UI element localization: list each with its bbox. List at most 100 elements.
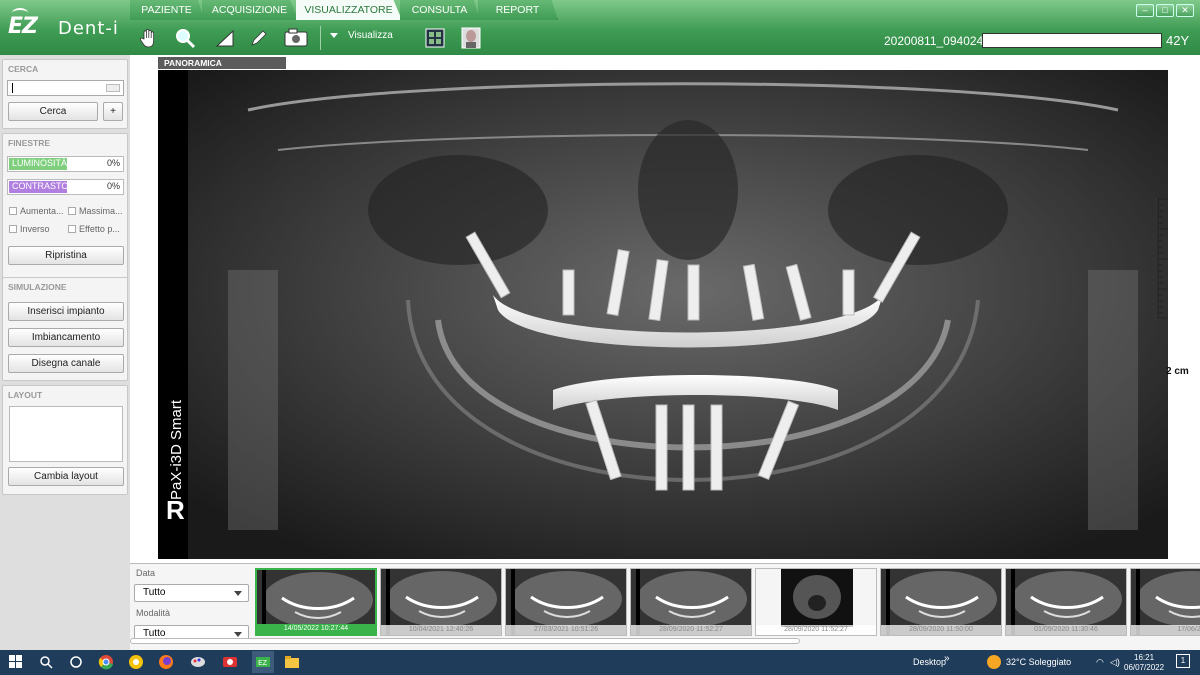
patient-photo-icon[interactable] — [458, 25, 484, 51]
scale-ruler — [1156, 197, 1168, 319]
volume-icon[interactable]: ◁) — [1110, 657, 1120, 668]
sun-weather-icon — [987, 655, 1001, 669]
clock-time: 16:21 — [1134, 653, 1155, 662]
weather-text[interactable]: 32°C Soleggiato — [1006, 657, 1071, 667]
layout-preview[interactable] — [9, 406, 123, 462]
device-label: PaX-i3D Smart — [168, 399, 185, 500]
contrast-label: CONTRASTO — [12, 181, 69, 191]
change-layout-button[interactable]: Cambia layout — [8, 467, 124, 486]
thumbnail-item[interactable]: 10/04/2021 12:40:26 — [380, 568, 502, 636]
filmstrip-scrollbar[interactable] — [130, 638, 800, 644]
contrast-slider[interactable]: CONTRASTO 0% — [7, 179, 124, 195]
tab-visualizzatore[interactable]: VISUALIZZATORE — [296, 0, 402, 20]
checkbox-maximize-label: Massima... — [79, 206, 123, 216]
side-marker: R — [166, 495, 185, 525]
windows-start-icon[interactable] — [8, 654, 24, 670]
clock[interactable]: 16:21 06/07/2022 — [1124, 653, 1164, 673]
image-viewer: PANORAMICA PaX-i3D Smart R — [130, 55, 1200, 563]
whitening-button[interactable]: Imbiancamento — [8, 328, 124, 347]
windows-panel-title: FINESTRE — [8, 138, 51, 148]
logo-sub: Dent-i — [58, 18, 119, 39]
mosaic-view-icon[interactable] — [422, 25, 448, 51]
close-button[interactable]: ✕ — [1176, 4, 1194, 17]
file-explorer-icon[interactable] — [284, 654, 300, 670]
tab-consulta[interactable]: CONSULTA — [400, 0, 480, 20]
brightness-value: 0% — [106, 158, 120, 168]
search-button[interactable]: Cerca — [8, 102, 98, 121]
search-icon[interactable] — [38, 654, 54, 670]
text-cursor — [12, 83, 13, 93]
thumbnail-item[interactable]: 27/03/2021 10:51:26 — [505, 568, 627, 636]
reset-button[interactable]: Ripristina — [8, 246, 124, 265]
yellow-app-icon[interactable] — [128, 654, 144, 670]
thumbnail-item[interactable]: 28/09/2020 11:50:00 — [880, 568, 1002, 636]
panoramic-xray-image[interactable] — [158, 70, 1200, 559]
simulation-panel-title: SIMULAZIONE — [8, 282, 67, 292]
checkbox-enhance[interactable]: Aumenta... — [9, 206, 64, 216]
checkbox-effect-label: Effetto p... — [79, 224, 120, 234]
keyboard-icon[interactable] — [106, 84, 120, 92]
firefox-icon[interactable] — [158, 654, 174, 670]
tab-paziente[interactable]: PAZIENTE — [130, 0, 204, 20]
tab-report[interactable]: REPORT — [478, 0, 558, 20]
magnifier-icon[interactable] — [172, 25, 198, 51]
notification-count: 1 — [1180, 656, 1186, 665]
network-icon[interactable]: ◠ — [1096, 657, 1104, 668]
thumbnail-caption: 28/09/2020 11:52:27 — [631, 625, 751, 635]
tab-acquisizione[interactable]: ACQUISIZIONE — [202, 0, 298, 20]
paint-app-icon[interactable] — [190, 654, 206, 670]
brightness-slider[interactable]: LUMINOSITÀ 0% — [7, 156, 124, 172]
windows-taskbar: EZ Desktop » 32°C Soleggiato ◠ ◁) 16:21 … — [0, 650, 1200, 675]
layout-panel-title: LAYOUT — [8, 390, 43, 400]
thumbnail-item[interactable]: 28/09/2020 11:52:27 — [630, 568, 752, 636]
checkbox-invert[interactable]: Inverso — [9, 224, 50, 234]
simulation-panel: SIMULAZIONE Inserisci impianto Imbiancam… — [2, 277, 128, 381]
capture-image-icon[interactable] — [282, 25, 312, 51]
desktop-label[interactable]: Desktop — [913, 657, 946, 667]
ezdent-taskbar-icon[interactable]: EZ — [252, 651, 274, 673]
thumbnail-caption: 10/04/2021 12:40:26 — [381, 625, 501, 635]
pencil-icon[interactable] — [246, 25, 272, 51]
viewer-tab-panoramic[interactable]: PANORAMICA — [158, 57, 286, 69]
top-bar: EZ Dent-i PAZIENTE ACQUISIZIONE VISUALIZ… — [0, 0, 1200, 55]
insert-implant-button[interactable]: Inserisci impianto — [8, 302, 124, 321]
hand-pan-icon[interactable] — [136, 25, 162, 51]
minimize-button[interactable]: – — [1136, 4, 1154, 17]
scale-label: 2 cm — [1166, 366, 1189, 377]
thumbnail-caption: 17/06/20 — [1131, 625, 1200, 635]
notification-icon[interactable]: 1 — [1176, 654, 1190, 668]
thumbnail-item[interactable]: 14/05/2022 10:27:44 — [255, 568, 377, 636]
logo-main: EZ — [8, 14, 38, 39]
measure-angle-icon[interactable] — [212, 25, 238, 51]
modality-filter-label: Modalità — [136, 608, 171, 618]
draw-canal-button[interactable]: Disegna canale — [8, 354, 124, 373]
date-filter-value: Tutto — [143, 587, 166, 598]
date-filter-select[interactable]: Tutto — [134, 584, 249, 602]
clock-date: 06/07/2022 — [1124, 663, 1165, 672]
chevron-down-icon — [330, 32, 338, 38]
maximize-button[interactable]: □ — [1156, 4, 1174, 17]
app-logo: EZ Dent-i — [8, 8, 128, 44]
red-app-icon[interactable] — [222, 654, 238, 670]
thumbnail-item[interactable]: 01/09/2020 11:30:46 — [1005, 568, 1127, 636]
date-filter-label: Data — [136, 568, 156, 578]
search-input[interactable] — [7, 80, 124, 96]
task-view-icon[interactable] — [68, 654, 84, 670]
toolbar-divider — [320, 26, 321, 50]
window-controls: – □ ✕ — [1136, 4, 1194, 17]
thumbnail-caption: 28/09/2020 11:50:00 — [881, 625, 1001, 635]
add-search-button[interactable]: + — [103, 102, 123, 121]
search-panel: CERCA Cerca + — [2, 59, 128, 129]
thumbnail-item[interactable]: 17/06/20 — [1130, 568, 1200, 636]
chrome-icon[interactable] — [98, 654, 114, 670]
checkbox-maximize[interactable]: Massima... — [68, 206, 123, 216]
checkbox-invert-label: Inverso — [20, 224, 50, 234]
view-dropdown[interactable]: Visualizza — [330, 30, 393, 41]
checkbox-effect[interactable]: Effetto p... — [68, 224, 120, 234]
view-dropdown-label: Visualizza — [348, 30, 393, 41]
patient-id: 20200811_094024 — [884, 34, 984, 48]
thumbnail-item[interactable]: 28/09/2020 11:52:27 — [755, 568, 877, 636]
left-sidebar: CERCA Cerca + FINESTRE LUMINOSITÀ 0% CON… — [0, 55, 130, 650]
thumbnail-caption: 28/09/2020 11:52:27 — [756, 625, 876, 635]
chevron-up-icon[interactable]: » — [944, 653, 950, 664]
